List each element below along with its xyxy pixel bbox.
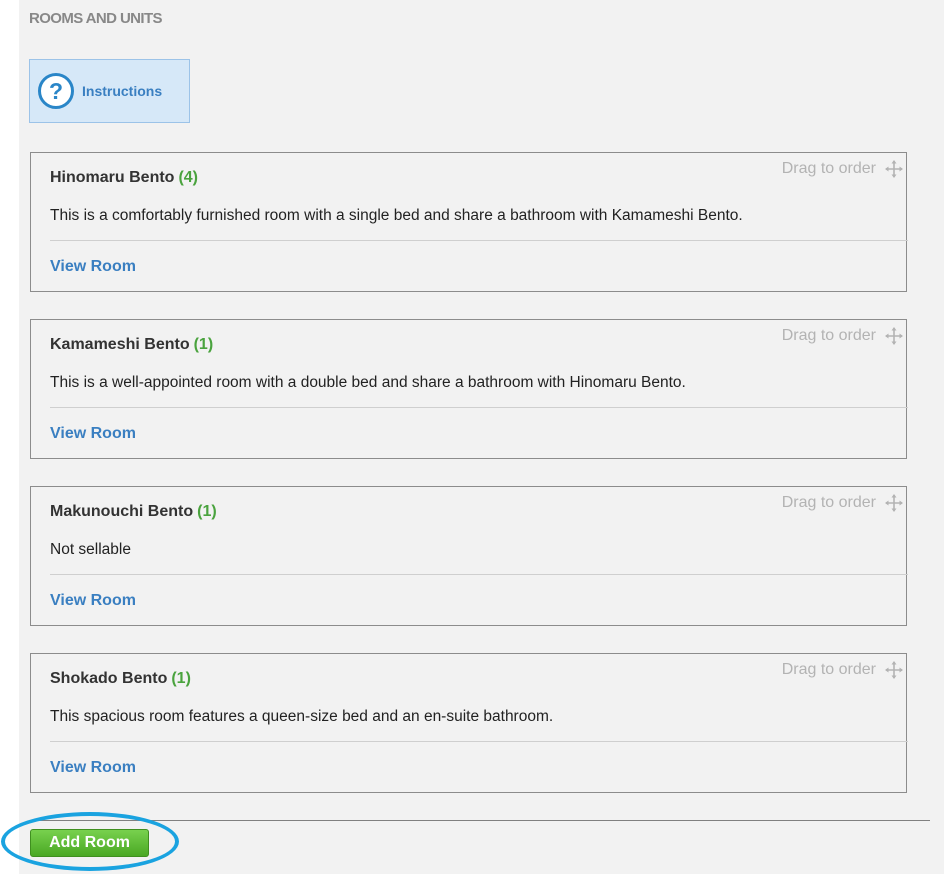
room-unit-count: (1) <box>171 670 191 687</box>
room-description: This is a well-appointed room with a dou… <box>50 374 686 391</box>
room-title: Shokado Bento (1) <box>50 670 191 688</box>
room-title: Kamameshi Bento (1) <box>50 336 213 354</box>
drag-label: Drag to order <box>781 494 876 511</box>
room-unit-count: (4) <box>178 169 199 186</box>
divider <box>50 407 908 408</box>
room-name: Kamameshi Bento <box>50 336 190 353</box>
room-card-kamameshi-bento: Drag to order Kamameshi Bento (1) This is… <box>30 319 908 459</box>
room-description: This is a comfortably furnished room wit… <box>50 207 743 224</box>
drag-handle[interactable]: Drag to order <box>782 159 904 179</box>
section-title: ROOMS AND UNITS <box>29 10 163 27</box>
move-arrows-icon <box>885 160 903 178</box>
room-unit-count: (1) <box>193 336 214 353</box>
room-card-makunouchi-bento: Drag to order Makunouchi Bento (1) Not se… <box>30 486 908 626</box>
room-unit-count: (1) <box>197 503 217 520</box>
bottom-divider <box>30 820 930 821</box>
room-name: Makunouchi Bento <box>50 503 194 520</box>
rooms-panel: ROOMS AND UNITS ? Instructions Drag to o… <box>19 0 944 874</box>
help-icon: ? <box>37 72 75 110</box>
drag-label: Drag to order <box>781 661 876 678</box>
room-description: This spacious room features a queen-size… <box>50 708 554 725</box>
room-card-shokado-bento: Drag to order Shokado Bento (1) This spac… <box>30 653 908 793</box>
view-room-link[interactable]: View Room <box>50 258 136 276</box>
move-arrows-icon <box>885 327 903 345</box>
drag-label: Drag to order <box>781 327 876 344</box>
view-room-link[interactable]: View Room <box>50 592 136 610</box>
room-title: Makunouchi Bento (1) <box>50 503 217 521</box>
svg-text:?: ? <box>49 78 63 104</box>
move-arrows-icon <box>885 661 903 679</box>
view-room-link[interactable]: View Room <box>50 425 136 443</box>
room-description: Not sellable <box>50 541 131 558</box>
move-arrows-icon <box>885 494 903 512</box>
instructions-label: Instructions <box>82 83 163 99</box>
room-name: Hinomaru Bento <box>50 169 175 186</box>
drag-label: Drag to order <box>781 160 876 177</box>
room-name: Shokado Bento <box>50 670 168 687</box>
divider <box>50 240 908 241</box>
drag-handle[interactable]: Drag to order <box>782 326 904 346</box>
divider <box>50 741 908 742</box>
divider <box>50 574 908 575</box>
instructions-button[interactable]: ? Instructions <box>29 59 190 123</box>
drag-handle[interactable]: Drag to order <box>782 493 904 513</box>
room-title: Hinomaru Bento (4) <box>50 169 198 187</box>
drag-handle[interactable]: Drag to order <box>782 660 904 680</box>
view-room-link[interactable]: View Room <box>50 759 136 777</box>
room-card-hinomaru-bento: Drag to order Hinomaru Bento (4) This is … <box>30 152 908 292</box>
add-room-button[interactable]: Add Room <box>30 829 149 857</box>
